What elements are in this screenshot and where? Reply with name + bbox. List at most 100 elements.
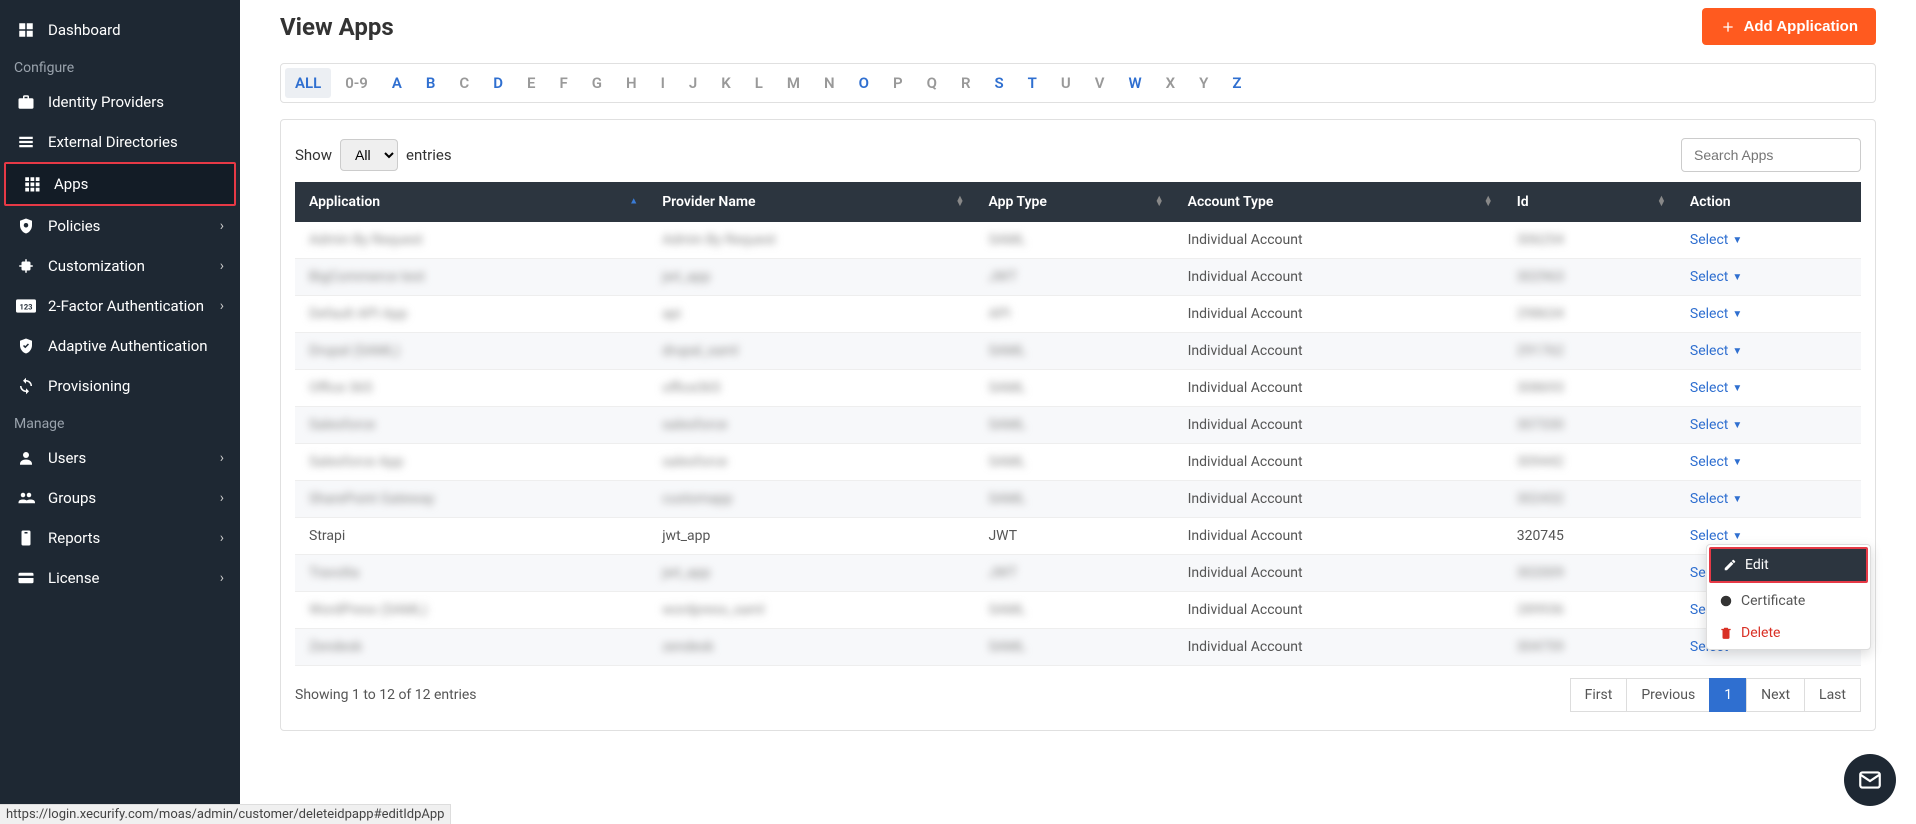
alpha-letter-N[interactable]: N bbox=[814, 68, 845, 98]
sidebar-item-license[interactable]: License › bbox=[0, 558, 240, 598]
add-application-button[interactable]: Add Application bbox=[1702, 8, 1876, 45]
col-apptype[interactable]: App Type▲▼ bbox=[974, 182, 1173, 222]
alpha-filter: ALL0-9ABCDEFGHIJKLMNOPQRSTUVWXYZ bbox=[280, 63, 1876, 103]
chevron-right-icon: › bbox=[220, 530, 224, 546]
select-action[interactable]: Select ▼ bbox=[1690, 269, 1742, 285]
alpha-letter-B[interactable]: B bbox=[416, 68, 446, 98]
sidebar-item-policies[interactable]: Policies › bbox=[0, 206, 240, 246]
sidebar-item-dashboard[interactable]: Dashboard bbox=[0, 10, 240, 50]
cell-id: 291762 bbox=[1517, 343, 1564, 359]
alpha-letter-Z[interactable]: Z bbox=[1222, 68, 1251, 98]
col-provider[interactable]: Provider Name▲▼ bbox=[648, 182, 974, 222]
sidebar-item-users[interactable]: Users › bbox=[0, 438, 240, 478]
select-action[interactable]: Select ▼ bbox=[1690, 454, 1742, 470]
alpha-letter-D[interactable]: D bbox=[483, 68, 513, 98]
sidebar-item-identity-providers[interactable]: Identity Providers bbox=[0, 82, 240, 122]
select-action[interactable]: Select ▼ bbox=[1690, 380, 1742, 396]
table-row: WordPress (SAML) wordpress_saml SAML Ind… bbox=[295, 592, 1861, 629]
dropdown-certificate[interactable]: Certificate bbox=[1707, 585, 1870, 617]
pagination: FirstPrevious1NextLast bbox=[1571, 678, 1861, 712]
alpha-letter-R[interactable]: R bbox=[951, 68, 981, 98]
table-info: Showing 1 to 12 of 12 entries bbox=[295, 687, 477, 703]
alpha-letter-E[interactable]: E bbox=[517, 68, 545, 98]
apps-table: Application▲ Provider Name▲▼ App Type▲▼ … bbox=[295, 182, 1861, 666]
alpha-letter-Q[interactable]: Q bbox=[917, 68, 947, 98]
cell-app: Admin By Request bbox=[309, 232, 423, 248]
sidebar-item-customization[interactable]: Customization › bbox=[0, 246, 240, 286]
cell-app: Travolta bbox=[309, 565, 359, 581]
chat-fab[interactable] bbox=[1844, 754, 1896, 806]
cell-id: 308693 bbox=[1517, 380, 1564, 396]
alpha-letter-W[interactable]: W bbox=[1119, 68, 1152, 98]
table-row: Office 365 office365 SAML Individual Acc… bbox=[295, 370, 1861, 407]
cell-type: JWT bbox=[988, 528, 1017, 544]
sidebar-item-adaptive-auth[interactable]: Adaptive Authentication bbox=[0, 326, 240, 366]
alpha-letter-P[interactable]: P bbox=[883, 68, 913, 98]
select-action[interactable]: Select ▼ bbox=[1690, 528, 1742, 544]
page-next[interactable]: Next bbox=[1746, 678, 1805, 712]
dropdown-delete[interactable]: Delete bbox=[1707, 617, 1870, 649]
alpha-letter-A[interactable]: A bbox=[382, 68, 412, 98]
col-account[interactable]: Account Type▲▼ bbox=[1174, 182, 1503, 222]
alpha-letter-0-9[interactable]: 0-9 bbox=[335, 68, 378, 98]
groups-icon bbox=[16, 488, 36, 508]
cell-type: JWT bbox=[988, 269, 1017, 285]
sidebar-label: Policies bbox=[48, 217, 220, 235]
dropdown-edit[interactable]: Edit bbox=[1709, 547, 1868, 583]
cell-account: Individual Account bbox=[1188, 306, 1303, 322]
cell-account: Individual Account bbox=[1188, 528, 1303, 544]
col-application[interactable]: Application▲ bbox=[295, 182, 648, 222]
col-id[interactable]: Id▲▼ bbox=[1503, 182, 1676, 222]
select-action[interactable]: Select ▼ bbox=[1690, 491, 1742, 507]
alpha-letter-Y[interactable]: Y bbox=[1189, 68, 1218, 98]
entries-select[interactable]: All bbox=[340, 139, 398, 171]
alpha-letter-L[interactable]: L bbox=[745, 68, 773, 98]
sidebar-item-groups[interactable]: Groups › bbox=[0, 478, 240, 518]
select-action[interactable]: Select ▼ bbox=[1690, 417, 1742, 433]
cell-account: Individual Account bbox=[1188, 491, 1303, 507]
sidebar: Dashboard Configure Identity Providers E… bbox=[0, 0, 240, 824]
sidebar-item-reports[interactable]: Reports › bbox=[0, 518, 240, 558]
chevron-right-icon: › bbox=[220, 450, 224, 466]
page-previous[interactable]: Previous bbox=[1626, 678, 1710, 712]
cell-provider: jwt_app bbox=[662, 565, 710, 581]
alpha-letter-G[interactable]: G bbox=[582, 68, 612, 98]
clipboard-icon bbox=[16, 528, 36, 548]
page-1[interactable]: 1 bbox=[1709, 678, 1747, 712]
alpha-letter-M[interactable]: M bbox=[777, 68, 810, 98]
shield-gear-icon bbox=[16, 216, 36, 236]
alpha-letter-ALL[interactable]: ALL bbox=[285, 68, 331, 98]
page-first[interactable]: First bbox=[1570, 678, 1628, 712]
alpha-letter-F[interactable]: F bbox=[549, 68, 577, 98]
page-title: View Apps bbox=[280, 13, 394, 41]
shield-check-icon bbox=[16, 336, 36, 356]
cell-type: SAML bbox=[988, 639, 1025, 655]
alpha-letter-O[interactable]: O bbox=[849, 68, 879, 98]
cell-id: 306254 bbox=[1517, 232, 1564, 248]
alpha-letter-C[interactable]: C bbox=[449, 68, 479, 98]
alpha-letter-V[interactable]: V bbox=[1085, 68, 1115, 98]
sidebar-item-provisioning[interactable]: Provisioning bbox=[0, 366, 240, 406]
alpha-letter-I[interactable]: I bbox=[651, 68, 675, 98]
alpha-letter-T[interactable]: T bbox=[1018, 68, 1047, 98]
sidebar-item-2fa[interactable]: 123 2-Factor Authentication › bbox=[0, 286, 240, 326]
select-action[interactable]: Select ▼ bbox=[1690, 343, 1742, 359]
alpha-letter-S[interactable]: S bbox=[985, 68, 1014, 98]
select-action[interactable]: Select ▼ bbox=[1690, 306, 1742, 322]
cell-account: Individual Account bbox=[1188, 343, 1303, 359]
alpha-letter-X[interactable]: X bbox=[1156, 68, 1186, 98]
sidebar-item-external-directories[interactable]: External Directories bbox=[0, 122, 240, 162]
sidebar-item-apps[interactable]: Apps bbox=[4, 162, 236, 206]
page-last[interactable]: Last bbox=[1804, 678, 1861, 712]
caret-down-icon: ▼ bbox=[1732, 235, 1742, 246]
table-row: Salesforce App salesforce SAML Individua… bbox=[295, 444, 1861, 481]
cell-app: Default API App bbox=[309, 306, 407, 322]
alpha-letter-H[interactable]: H bbox=[616, 68, 647, 98]
alpha-letter-U[interactable]: U bbox=[1051, 68, 1081, 98]
table-row: Travolta jwt_app JWT Individual Account … bbox=[295, 555, 1861, 592]
alpha-letter-J[interactable]: J bbox=[679, 68, 707, 98]
plus-icon bbox=[1720, 19, 1736, 35]
alpha-letter-K[interactable]: K bbox=[711, 68, 741, 98]
select-action[interactable]: Select ▼ bbox=[1690, 232, 1742, 248]
search-input[interactable] bbox=[1681, 138, 1861, 172]
